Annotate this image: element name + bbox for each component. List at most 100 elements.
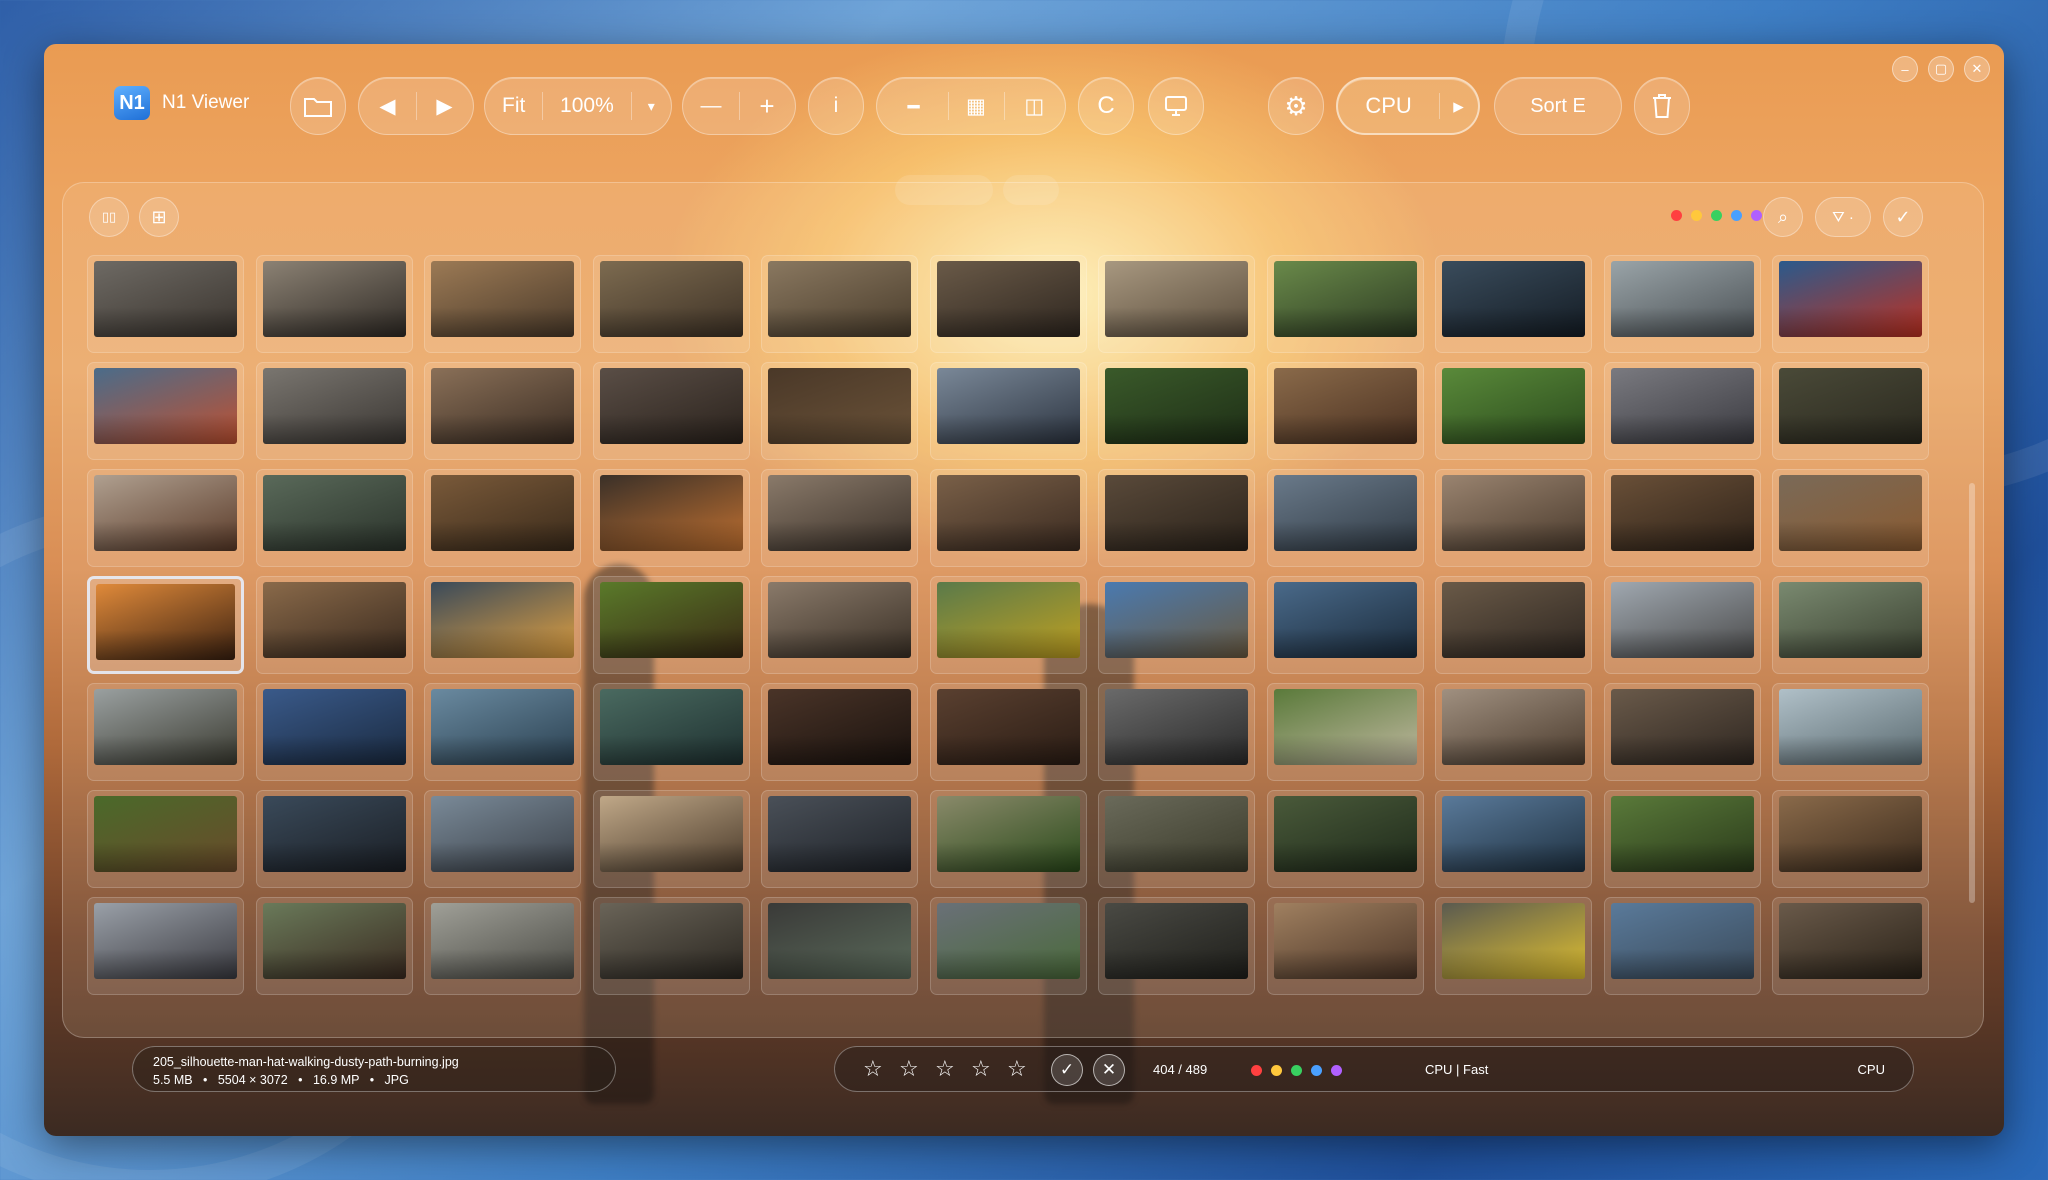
- scrollbar[interactable]: [1969, 483, 1975, 903]
- accept-button[interactable]: ✓: [1051, 1054, 1083, 1086]
- thumbnail-tile[interactable]: [1098, 897, 1255, 995]
- thumbnail-tile[interactable]: [761, 469, 918, 567]
- thumbnail-tile[interactable]: [929, 576, 1087, 674]
- thumbnail-tile[interactable]: [87, 897, 244, 995]
- thumbnail-tile[interactable]: [1603, 362, 1761, 460]
- info-button[interactable]: i: [808, 77, 864, 135]
- filter-button[interactable]: ⛛ ·: [1815, 197, 1871, 237]
- thumbnail-tile[interactable]: [592, 897, 750, 995]
- thumbnail-tile[interactable]: [1603, 897, 1761, 995]
- thumbnail-tile[interactable]: [424, 469, 581, 567]
- thumbnail-tile[interactable]: [929, 897, 1087, 995]
- thumbnail-tile[interactable]: [424, 897, 581, 995]
- thumbnail-tile[interactable]: [1772, 897, 1929, 995]
- color-label-blue[interactable]: [1311, 1065, 1322, 1076]
- thumbnail-tile[interactable]: [761, 576, 918, 674]
- thumbnail-tile[interactable]: [761, 790, 918, 888]
- thumbnail-tile[interactable]: [1266, 576, 1424, 674]
- thumbnail-tile[interactable]: [929, 683, 1087, 781]
- thumbnail-tile[interactable]: [1098, 576, 1255, 674]
- thumbnail-tile[interactable]: [1435, 576, 1592, 674]
- thumbnail-tile[interactable]: [424, 362, 581, 460]
- thumbnail-tile[interactable]: [255, 897, 413, 995]
- thumbnail-tile[interactable]: [255, 469, 413, 567]
- rating-star-4[interactable]: ☆: [971, 1056, 991, 1082]
- thumbnail-tile[interactable]: [1772, 362, 1929, 460]
- thumbnail-tile[interactable]: [592, 683, 750, 781]
- thumbnail-tile[interactable]: [424, 576, 581, 674]
- c-button[interactable]: C: [1078, 77, 1134, 135]
- thumbnail-tile[interactable]: [1772, 576, 1929, 674]
- delete-button[interactable]: [1634, 77, 1690, 135]
- color-filter-yellow[interactable]: [1691, 210, 1702, 221]
- thumbnail-tile[interactable]: [1435, 362, 1592, 460]
- thumbnail-tile[interactable]: [592, 790, 750, 888]
- grid-layout-button[interactable]: ⊞: [139, 197, 179, 237]
- thumbnail-tile[interactable]: [1098, 469, 1255, 567]
- thumbnail-tile[interactable]: [761, 255, 918, 353]
- reject-button[interactable]: ✕: [1093, 1054, 1125, 1086]
- thumbnail-tile[interactable]: [1266, 362, 1424, 460]
- sort-button[interactable]: Sort E: [1494, 77, 1622, 135]
- thumbnail-tile[interactable]: [1603, 576, 1761, 674]
- rating-star-2[interactable]: ☆: [899, 1056, 919, 1082]
- thumbnail-tile[interactable]: [761, 897, 918, 995]
- grid-view-button[interactable]: ▦: [948, 78, 1003, 134]
- thumbnail-tile[interactable]: [1603, 255, 1761, 353]
- thumbnail-tile[interactable]: [255, 362, 413, 460]
- thumbnail-tile[interactable]: [592, 469, 750, 567]
- thumbnail-tile[interactable]: [255, 683, 413, 781]
- thumbnail-tile[interactable]: [1266, 790, 1424, 888]
- thumbnail-tile[interactable]: [1603, 790, 1761, 888]
- thumbnail-tile[interactable]: [1266, 897, 1424, 995]
- color-label-green[interactable]: [1291, 1065, 1302, 1076]
- fit-button[interactable]: Fit: [485, 78, 542, 134]
- thumbnail-tile[interactable]: [1435, 683, 1592, 781]
- thumbnail-tile[interactable]: [1772, 790, 1929, 888]
- thumbnail-tile[interactable]: [929, 255, 1087, 353]
- color-label-red[interactable]: [1251, 1065, 1262, 1076]
- thumbnail-tile[interactable]: [1435, 790, 1592, 888]
- zoom-in-button[interactable]: +: [739, 78, 795, 134]
- thumbnail-tile[interactable]: [424, 255, 581, 353]
- select-all-button[interactable]: ✓: [1883, 197, 1923, 237]
- color-filter-red[interactable]: [1671, 210, 1682, 221]
- thumbnail-tile[interactable]: [1435, 469, 1592, 567]
- thumbnail-tile[interactable]: [424, 790, 581, 888]
- color-filter-blue[interactable]: [1731, 210, 1742, 221]
- thumbnail-tile[interactable]: [761, 683, 918, 781]
- cpu-button[interactable]: CPU: [1338, 79, 1439, 133]
- thumbnail-tile[interactable]: [1098, 790, 1255, 888]
- thumbnail-tile[interactable]: [1098, 255, 1255, 353]
- zoom-dropdown-button[interactable]: ▾: [631, 78, 671, 134]
- thumbnail-tile[interactable]: [1266, 255, 1424, 353]
- rating-star-1[interactable]: ☆: [863, 1056, 883, 1082]
- close-button[interactable]: ✕: [1964, 56, 1990, 82]
- thumbnail-tile[interactable]: [592, 255, 750, 353]
- thumbnail-tile[interactable]: [1098, 683, 1255, 781]
- zoom-out-button[interactable]: —: [683, 78, 739, 134]
- single-view-button[interactable]: ▯▯: [89, 197, 129, 237]
- thumbnail-tile[interactable]: [929, 469, 1087, 567]
- thumbnail-tile[interactable]: [761, 362, 918, 460]
- color-filter-purple[interactable]: [1751, 210, 1762, 221]
- thumbnail-tile[interactable]: [1772, 469, 1929, 567]
- thumbnail-tile[interactable]: [255, 790, 413, 888]
- previous-button[interactable]: ◀: [359, 78, 416, 134]
- thumbnail-tile[interactable]: [1266, 469, 1424, 567]
- thumbnail-tile[interactable]: [255, 576, 413, 674]
- color-filter-green[interactable]: [1711, 210, 1722, 221]
- thumbnail-tile[interactable]: [87, 790, 244, 888]
- thumbnail-tile[interactable]: [929, 790, 1087, 888]
- thumbnail-tile[interactable]: [1435, 897, 1592, 995]
- thumbnail-tile[interactable]: [87, 576, 244, 674]
- search-button[interactable]: ⌕: [1763, 197, 1803, 237]
- cpu-arrow-button[interactable]: ▸: [1439, 79, 1478, 133]
- thumbnail-tile[interactable]: [1603, 469, 1761, 567]
- next-button[interactable]: ▶: [416, 78, 473, 134]
- thumbnail-tile[interactable]: [1266, 683, 1424, 781]
- thumbnail-tile[interactable]: [424, 683, 581, 781]
- thumbnail-tile[interactable]: [255, 255, 413, 353]
- color-label-yellow[interactable]: [1271, 1065, 1282, 1076]
- thumbnail-tile[interactable]: [1098, 362, 1255, 460]
